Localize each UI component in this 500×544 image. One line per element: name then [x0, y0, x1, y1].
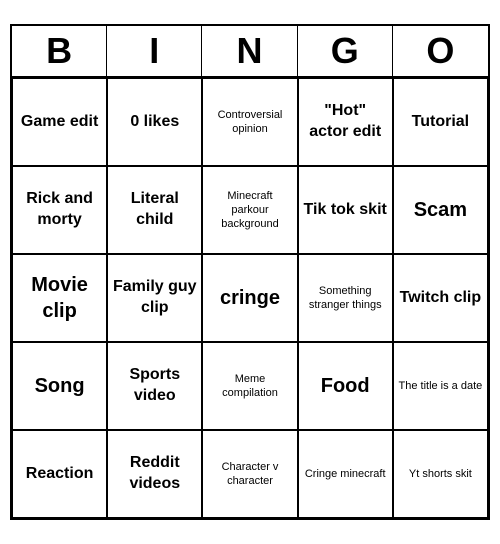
bingo-cell-21: Reddit videos — [107, 430, 202, 518]
bingo-grid: Game edit0 likesControversial opinion"Ho… — [12, 78, 488, 518]
header-letter-B: B — [12, 26, 107, 76]
header-letter-I: I — [107, 26, 202, 76]
bingo-cell-10: Movie clip — [12, 254, 107, 342]
bingo-cell-7: Minecraft parkour background — [202, 166, 297, 254]
header-letter-N: N — [202, 26, 297, 76]
bingo-cell-15: Song — [12, 342, 107, 430]
bingo-cell-20: Reaction — [12, 430, 107, 518]
bingo-cell-23: Cringe minecraft — [298, 430, 393, 518]
bingo-card: BINGO Game edit0 likesControversial opin… — [10, 24, 490, 520]
bingo-cell-2: Controversial opinion — [202, 78, 297, 166]
bingo-cell-0: Game edit — [12, 78, 107, 166]
bingo-cell-13: Something stranger things — [298, 254, 393, 342]
bingo-cell-14: Twitch clip — [393, 254, 488, 342]
bingo-cell-11: Family guy clip — [107, 254, 202, 342]
bingo-cell-3: "Hot" actor edit — [298, 78, 393, 166]
bingo-header: BINGO — [12, 26, 488, 78]
bingo-cell-1: 0 likes — [107, 78, 202, 166]
bingo-cell-8: Tik tok skit — [298, 166, 393, 254]
bingo-cell-9: Scam — [393, 166, 488, 254]
bingo-cell-19: The title is a date — [393, 342, 488, 430]
bingo-cell-22: Character v character — [202, 430, 297, 518]
header-letter-O: O — [393, 26, 488, 76]
bingo-cell-18: Food — [298, 342, 393, 430]
bingo-cell-6: Literal child — [107, 166, 202, 254]
bingo-cell-24: Yt shorts skit — [393, 430, 488, 518]
bingo-cell-5: Rick and morty — [12, 166, 107, 254]
bingo-cell-12: cringe — [202, 254, 297, 342]
bingo-cell-17: Meme compilation — [202, 342, 297, 430]
header-letter-G: G — [298, 26, 393, 76]
bingo-cell-16: Sports video — [107, 342, 202, 430]
bingo-cell-4: Tutorial — [393, 78, 488, 166]
